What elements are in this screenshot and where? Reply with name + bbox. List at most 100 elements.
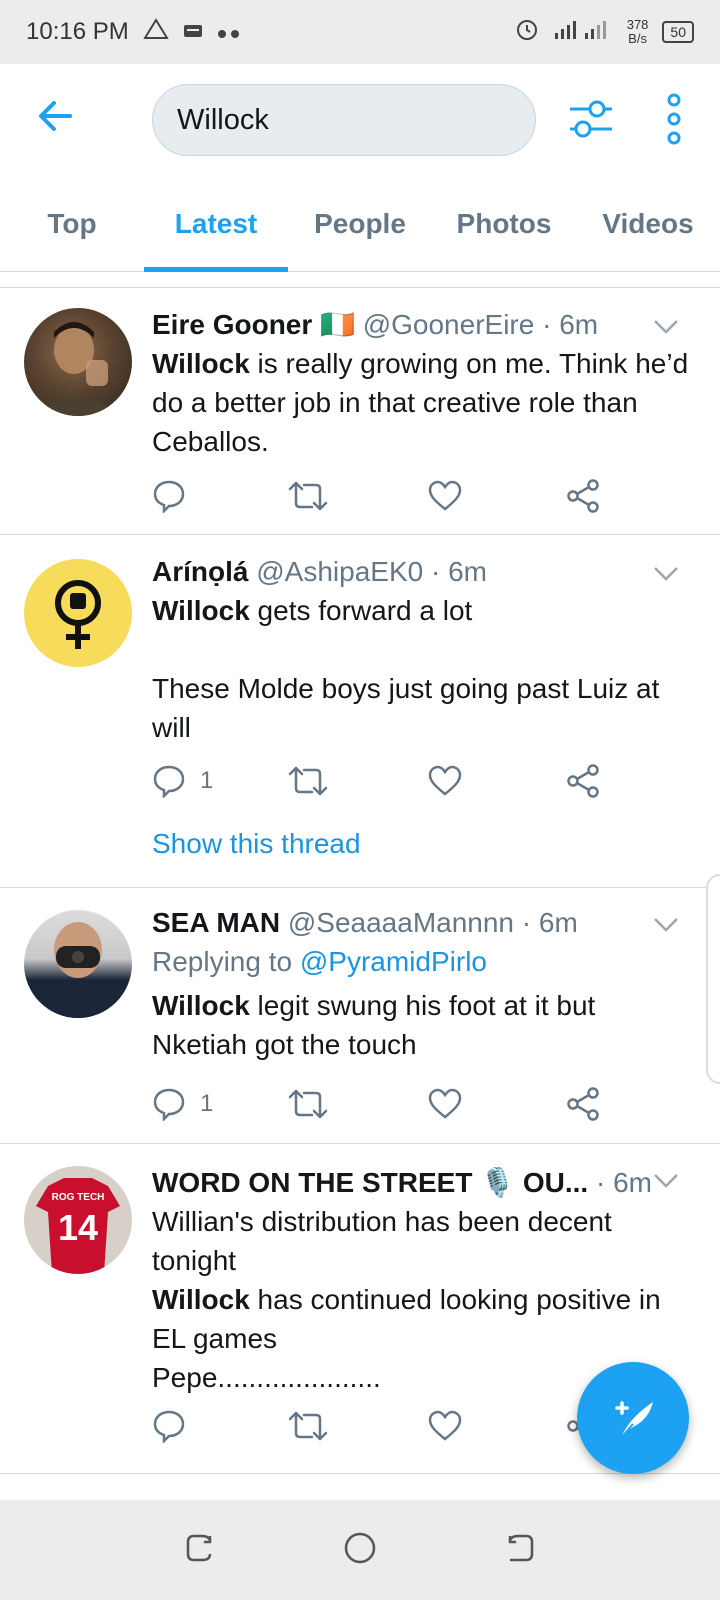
timestamp: 6m xyxy=(613,1167,652,1198)
avatar-text-top: ROG TECH xyxy=(52,1192,105,1203)
flag-ireland: 🇮🇪 xyxy=(320,309,355,340)
reply-icon xyxy=(153,480,185,513)
search-header: Willock xyxy=(0,64,720,174)
tab-people[interactable]: People xyxy=(288,180,432,271)
display-name[interactable]: SEA MAN xyxy=(152,907,280,938)
chevron-down-icon[interactable] xyxy=(652,316,680,336)
back-button[interactable] xyxy=(34,94,78,138)
retweet-icon xyxy=(288,766,328,796)
handle[interactable]: @GoonerEire xyxy=(363,309,535,340)
reply-count: 1 xyxy=(200,767,214,794)
tweet-header: Eire Gooner 🇮🇪 @GoonerEire · 6m xyxy=(152,309,599,340)
reply-button[interactable] xyxy=(152,476,186,516)
overflow-menu-button[interactable] xyxy=(656,92,692,146)
tab-photos[interactable]: Photos xyxy=(432,180,576,271)
back-nav-button[interactable] xyxy=(504,1532,536,1569)
home-button[interactable] xyxy=(343,1531,377,1570)
tweet-actions: 1 xyxy=(152,761,612,801)
like-button[interactable] xyxy=(428,476,462,516)
tab-top[interactable]: Top xyxy=(0,180,144,271)
reply-count: 1 xyxy=(200,1090,214,1117)
retweet-icon xyxy=(288,481,328,511)
reply-icon xyxy=(153,765,185,798)
heart-icon xyxy=(428,1410,462,1441)
display-name[interactable]: WORD ON THE STREET 🎙️ OU... xyxy=(152,1167,588,1198)
tab-latest[interactable]: Latest xyxy=(144,180,288,272)
heart-icon xyxy=(428,1088,462,1119)
back-nav-icon xyxy=(509,1534,534,1561)
recent-apps-icon xyxy=(186,1534,211,1561)
display-name[interactable]: Eire Gooner xyxy=(152,309,312,340)
tweet-header: SEA MAN @SeaaaaMannnn · 6m xyxy=(152,907,578,938)
like-button[interactable] xyxy=(428,761,462,801)
tweet-text: Willock legit swung his foot at it but N… xyxy=(152,990,596,1060)
reply-button[interactable]: 1 xyxy=(152,761,213,801)
search-tabs: Top Latest People Photos Videos xyxy=(0,180,720,272)
more-notifications-icon xyxy=(217,18,241,46)
search-filter-button[interactable] xyxy=(568,98,614,140)
retweet-icon xyxy=(288,1411,328,1441)
tweet[interactable]: Eire Gooner 🇮🇪 @GoonerEire · 6m Willock … xyxy=(0,288,720,535)
handle[interactable]: @AshipaEK0 xyxy=(256,556,423,587)
tweet-feed[interactable]: Eire Gooner 🇮🇪 @GoonerEire · 6m Willock … xyxy=(0,287,720,1500)
retweet-button[interactable] xyxy=(288,1084,328,1124)
tweet-header: Arínọlá @AshipaEK0 · 6m xyxy=(152,556,488,587)
tweet-header: WORD ON THE STREET 🎙️ OU... · 6m xyxy=(152,1167,652,1198)
retweet-button[interactable] xyxy=(288,761,328,801)
home-circle-icon xyxy=(344,1532,376,1563)
share-button[interactable] xyxy=(566,476,600,516)
vertical-dots-icon xyxy=(667,93,681,145)
network-speed: 378 B/s xyxy=(626,17,649,46)
mention-link[interactable]: @PyramidPirlo xyxy=(300,946,487,977)
replying-to: Replying to @PyramidPirlo xyxy=(152,946,488,977)
chevron-down-icon[interactable] xyxy=(652,563,680,583)
alarm-icon xyxy=(515,17,539,48)
avatar[interactable] xyxy=(24,559,132,667)
share-button[interactable] xyxy=(566,1084,600,1124)
display-name[interactable]: Arínọlá xyxy=(152,556,248,587)
share-button[interactable] xyxy=(566,761,600,801)
scroll-handle[interactable] xyxy=(706,874,720,1084)
message-icon xyxy=(183,18,203,46)
retweet-button[interactable] xyxy=(288,1406,328,1446)
tweet-actions xyxy=(152,476,612,516)
tweet[interactable]: SEA MAN @SeaaaaMannnn · 6m Replying to @… xyxy=(0,888,720,1144)
search-query: Willock xyxy=(177,103,269,136)
tweet-text-continued: These Molde boys just going past Luiz at… xyxy=(152,673,660,743)
tweet-actions: 1 xyxy=(152,1084,612,1124)
tweet-actions xyxy=(152,1406,612,1446)
share-icon xyxy=(567,479,599,513)
reply-icon xyxy=(153,1088,185,1121)
like-button[interactable] xyxy=(428,1406,462,1446)
avatar[interactable] xyxy=(24,910,132,1018)
recent-apps-button[interactable] xyxy=(184,1532,216,1569)
reply-button[interactable] xyxy=(152,1406,186,1446)
avatar[interactable] xyxy=(24,308,132,416)
signal-icon xyxy=(553,17,613,48)
like-button[interactable] xyxy=(428,1084,462,1124)
feminist-symbol-icon xyxy=(55,580,101,649)
warning-icon xyxy=(142,17,169,47)
tweet-text-continued: Willock has continued looking positive i… xyxy=(152,1284,661,1354)
search-input[interactable]: Willock xyxy=(152,84,536,156)
retweet-button[interactable] xyxy=(288,476,328,516)
reply-button[interactable]: 1 xyxy=(152,1084,213,1124)
sliders-icon xyxy=(570,100,612,138)
retweet-icon xyxy=(288,1089,328,1119)
chevron-down-icon[interactable] xyxy=(652,1170,680,1190)
avatar-text-number: 14 xyxy=(58,1207,98,1248)
heart-icon xyxy=(428,480,462,511)
status-time: 10:16 PM xyxy=(26,18,129,45)
compose-tweet-button[interactable] xyxy=(577,1362,689,1474)
tweet-text: Willian's distribution has been decent t… xyxy=(152,1206,612,1276)
handle[interactable]: @SeaaaaMannnn xyxy=(288,907,514,938)
timestamp: 6m xyxy=(448,556,488,587)
share-icon xyxy=(567,1087,599,1121)
reply-icon xyxy=(153,1410,185,1443)
chevron-down-icon[interactable] xyxy=(652,914,680,934)
tab-videos[interactable]: Videos xyxy=(576,180,720,271)
system-navigation-bar xyxy=(0,1500,720,1600)
tweet[interactable]: Arínọlá @AshipaEK0 · 6m Willock gets for… xyxy=(0,535,720,888)
avatar[interactable]: ROG TECH 14 xyxy=(24,1166,132,1274)
show-thread-link[interactable]: Show this thread xyxy=(152,828,361,860)
